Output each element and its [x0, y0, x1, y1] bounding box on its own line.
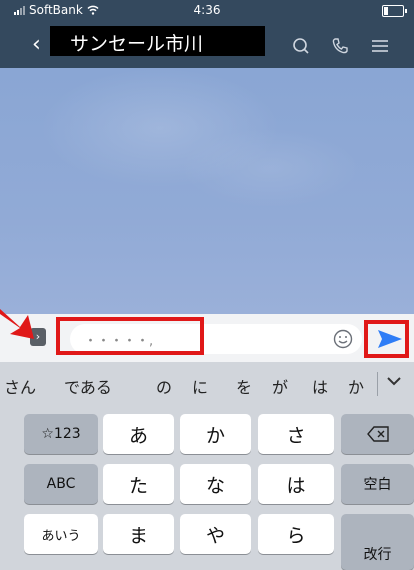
status-time: 4:36	[193, 3, 221, 17]
chat-header: ‹ サンセール市川	[0, 22, 414, 68]
send-icon[interactable]	[376, 328, 404, 350]
input-highlight-box	[56, 317, 204, 355]
japanese-keyboard: ☆123 あ か さ ABC た な は 空白 あいう ま や ら 改行	[0, 408, 414, 570]
suggestion-item[interactable]: の	[156, 374, 172, 398]
suggestion-bar: さん である の に を が は か	[0, 362, 414, 408]
key-na[interactable]: な	[180, 464, 251, 504]
suggestion-item[interactable]: は	[312, 374, 328, 398]
key-abc[interactable]: ABC	[24, 464, 98, 504]
battery-icon	[382, 5, 407, 17]
key-aiu[interactable]: あいう	[24, 514, 98, 554]
red-arrow-pointer	[0, 309, 34, 339]
chat-title: サンセール市川	[50, 26, 265, 56]
key-numbers[interactable]: ☆123	[24, 414, 98, 454]
search-icon[interactable]	[291, 36, 311, 56]
key-ha[interactable]: は	[258, 464, 334, 504]
emoji-icon[interactable]	[333, 329, 353, 349]
backspace-key[interactable]	[341, 414, 414, 454]
key-ta[interactable]: た	[103, 464, 174, 504]
status-bar: SoftBank 4:36	[0, 0, 414, 22]
key-ya[interactable]: や	[180, 514, 251, 554]
chevron-down-icon[interactable]	[385, 374, 403, 388]
phone-icon[interactable]	[330, 36, 350, 56]
key-sa[interactable]: さ	[258, 414, 334, 454]
back-button[interactable]: ‹	[32, 32, 41, 57]
suggestion-item[interactable]: である	[64, 374, 112, 398]
chat-area[interactable]	[0, 68, 414, 314]
key-ma[interactable]: ま	[103, 514, 174, 554]
suggestion-divider	[377, 372, 378, 396]
menu-icon[interactable]	[370, 36, 390, 56]
message-composer: ›	[0, 314, 414, 362]
key-a[interactable]: あ	[103, 414, 174, 454]
backspace-icon	[366, 426, 389, 442]
key-ra[interactable]: ら	[258, 514, 334, 554]
suggestion-item[interactable]: を	[236, 374, 252, 398]
return-key[interactable]: 改行	[341, 514, 414, 570]
key-ka[interactable]: か	[180, 414, 251, 454]
space-key[interactable]: 空白	[341, 464, 414, 504]
suggestion-item[interactable]: に	[192, 374, 208, 398]
suggestion-item[interactable]: さん	[4, 374, 36, 398]
suggestion-item[interactable]: が	[272, 374, 288, 398]
suggestion-item[interactable]: か	[348, 374, 364, 398]
